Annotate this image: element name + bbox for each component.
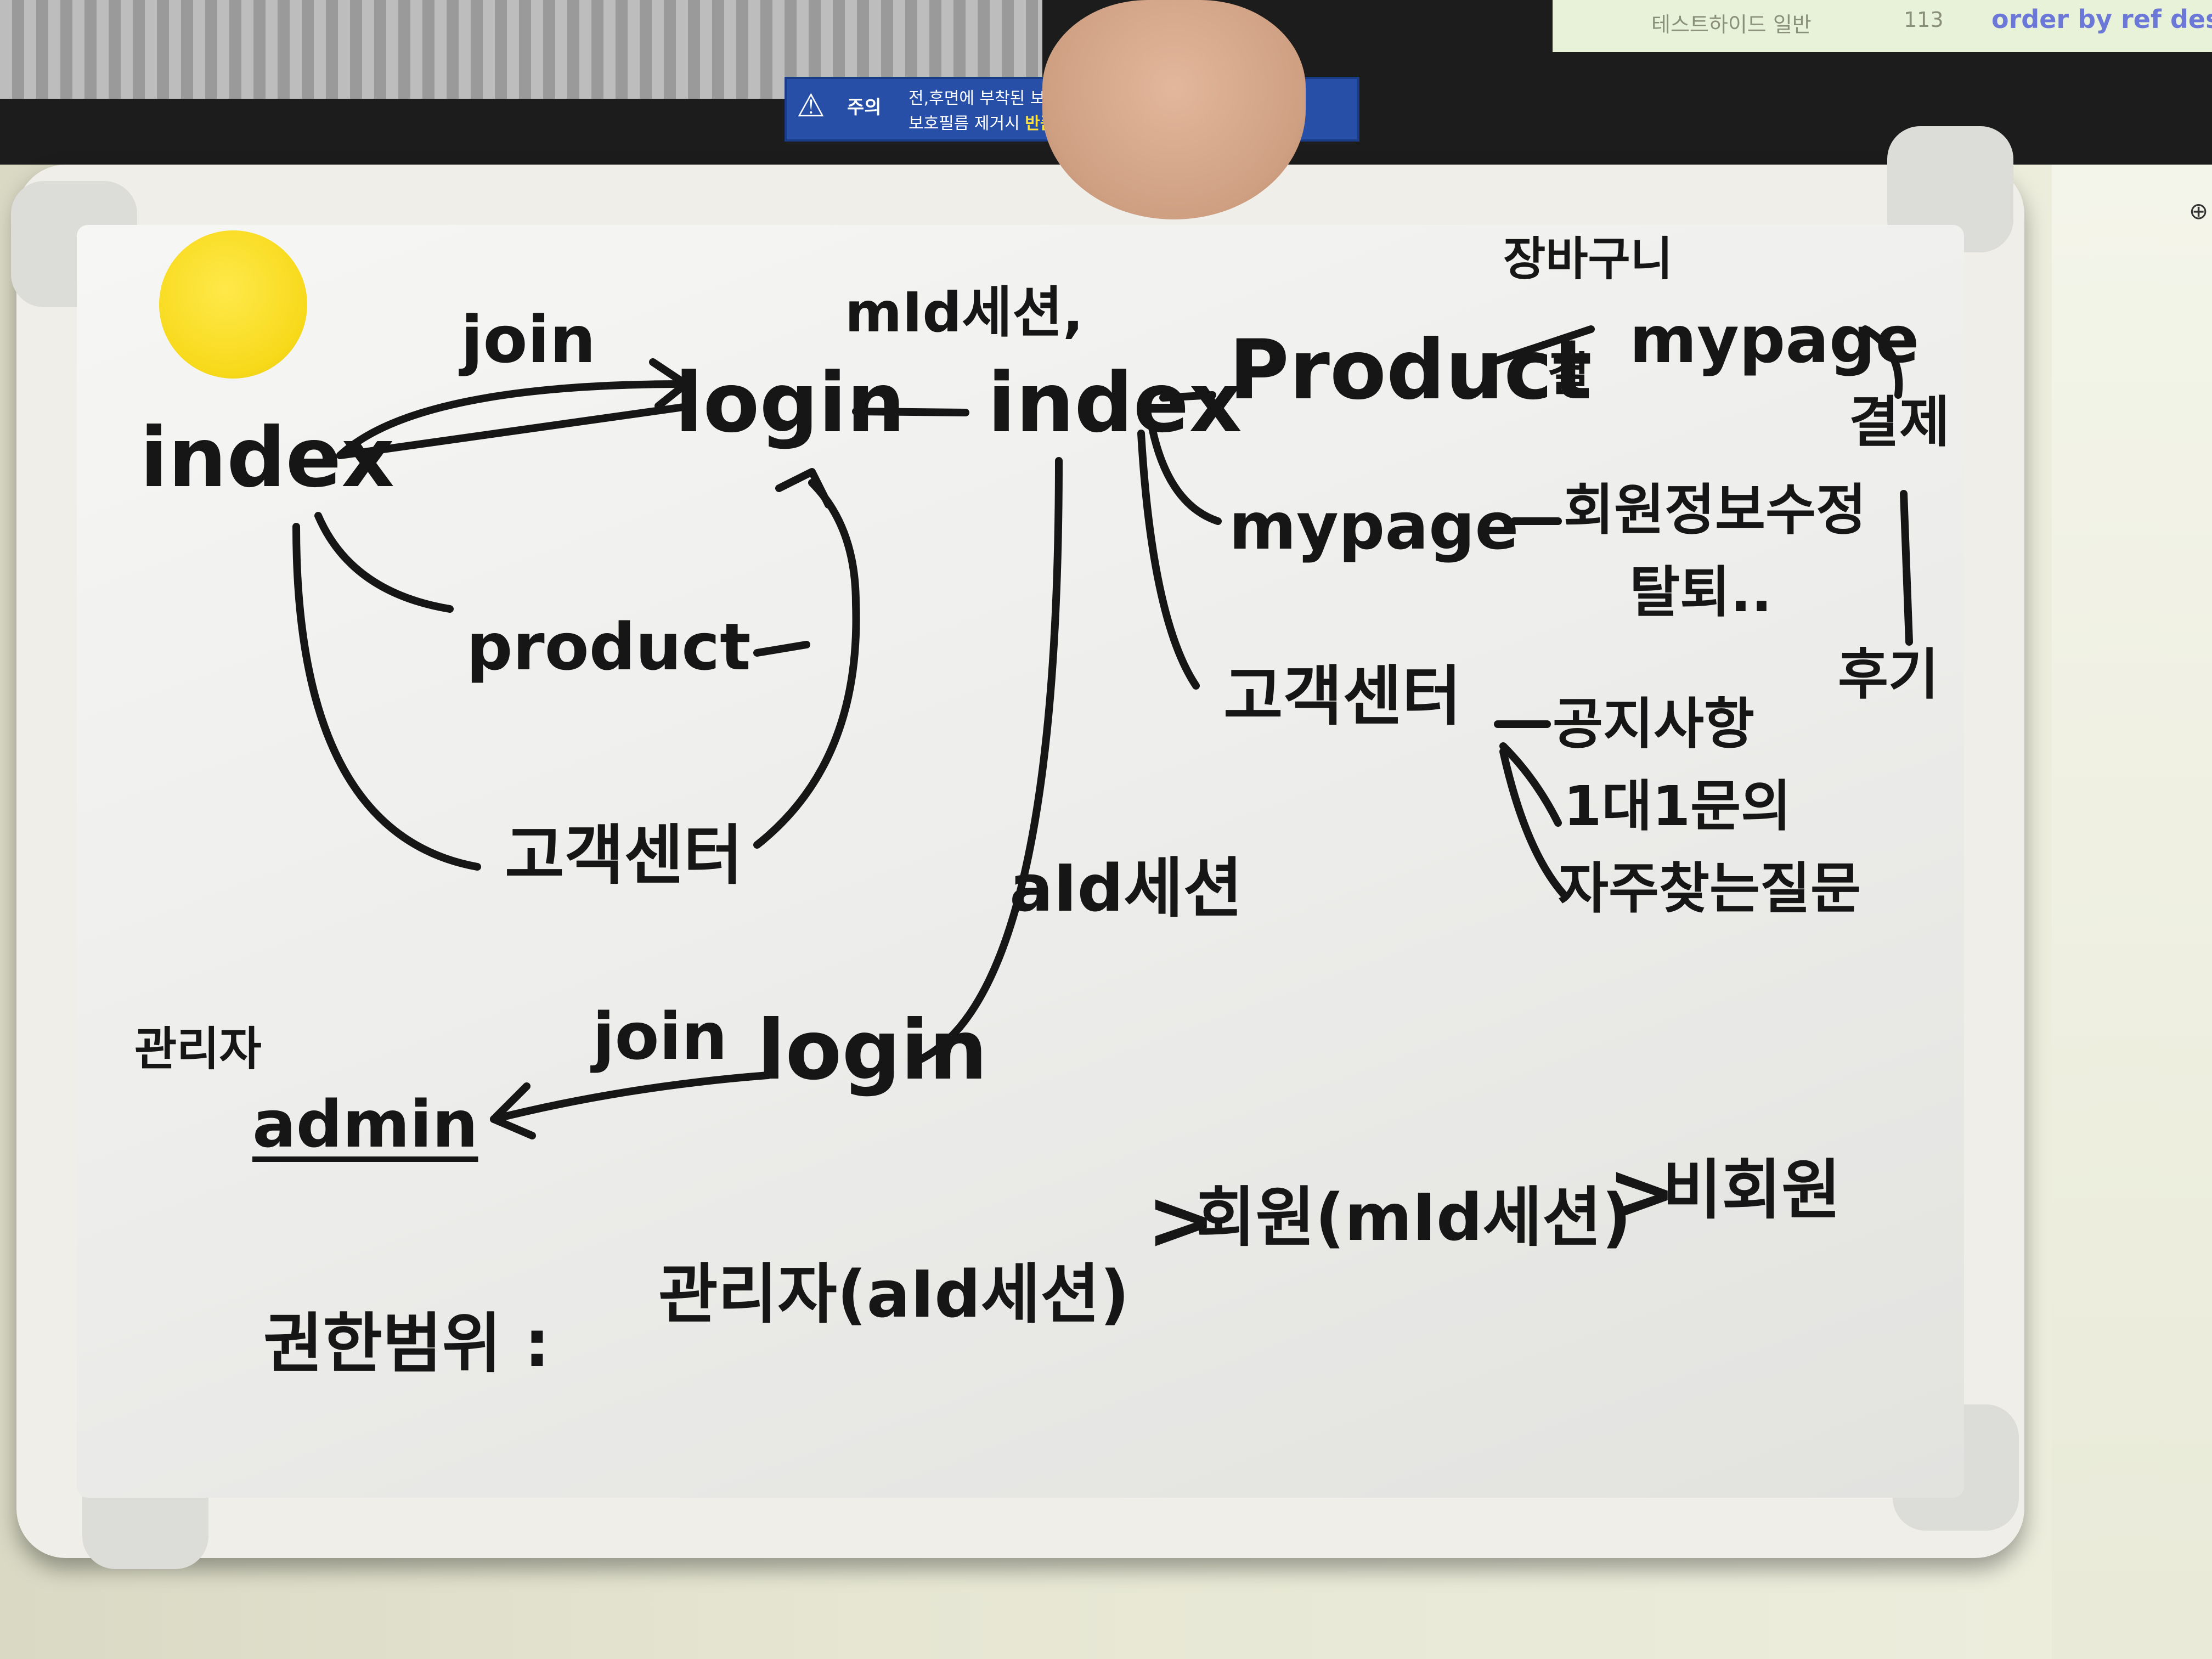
curve-index-customer [292, 523, 481, 871]
arrowhead-up-login [775, 468, 832, 509]
label-permission: 권한범위 : [263, 1306, 550, 1381]
label-aid-session: aId세션 [1009, 850, 1243, 926]
label-rank-member: 회원(mId세션) [1196, 1180, 1632, 1255]
label-login: login [675, 356, 906, 451]
label-index-center: index [988, 356, 1243, 451]
label-admin: admin [252, 1086, 478, 1162]
curve-customer-login [753, 479, 860, 849]
label-customer-right: 고객센터 [1223, 658, 1462, 734]
label-customer-left: 고객센터 [505, 817, 743, 893]
label-admin-join: join [592, 998, 727, 1074]
line-payment-review [1900, 490, 1913, 646]
label-product-top: Product [1229, 323, 1592, 418]
label-mid-session: mId세션, [845, 280, 1084, 345]
label-member-info: 회원정보수정 [1564, 478, 1866, 542]
arrow-adminlogin-admin [490, 1071, 772, 1123]
label-rank-admin: 관리자(aId세션) [658, 1256, 1130, 1332]
dash-product-curve [753, 641, 810, 657]
curve-index-product [314, 512, 454, 613]
label-payment: 결제 [1849, 390, 1950, 454]
label-review: 후기 [1838, 642, 1939, 707]
label-withdraw: 탈퇴.. [1629, 560, 1772, 624]
label-mypage-top: mypage [1629, 302, 1920, 377]
label-admin-login: login [757, 1003, 988, 1098]
label-mypage-right: mypage [1229, 488, 1519, 564]
label-product-left: product [466, 609, 751, 685]
label-index-start: index [140, 410, 395, 506]
label-admin-ko: 관리자 [134, 1022, 262, 1076]
line-index-adminlogin [918, 457, 1063, 1063]
hand-holding-board [1042, 0, 1306, 219]
label-rank-guest: 비회원 [1662, 1152, 1841, 1228]
label-faq: 자주찾는질문 [1558, 856, 1861, 921]
marker-strokes [292, 325, 1913, 1139]
label-join: join [461, 302, 596, 377]
label-notice: 공지사항 [1553, 692, 1754, 756]
label-cart-sub: 결 [1547, 347, 1590, 401]
label-inquiry: 1대1문의 [1564, 774, 1792, 838]
label-cart: 장바구니 [1503, 232, 1673, 286]
